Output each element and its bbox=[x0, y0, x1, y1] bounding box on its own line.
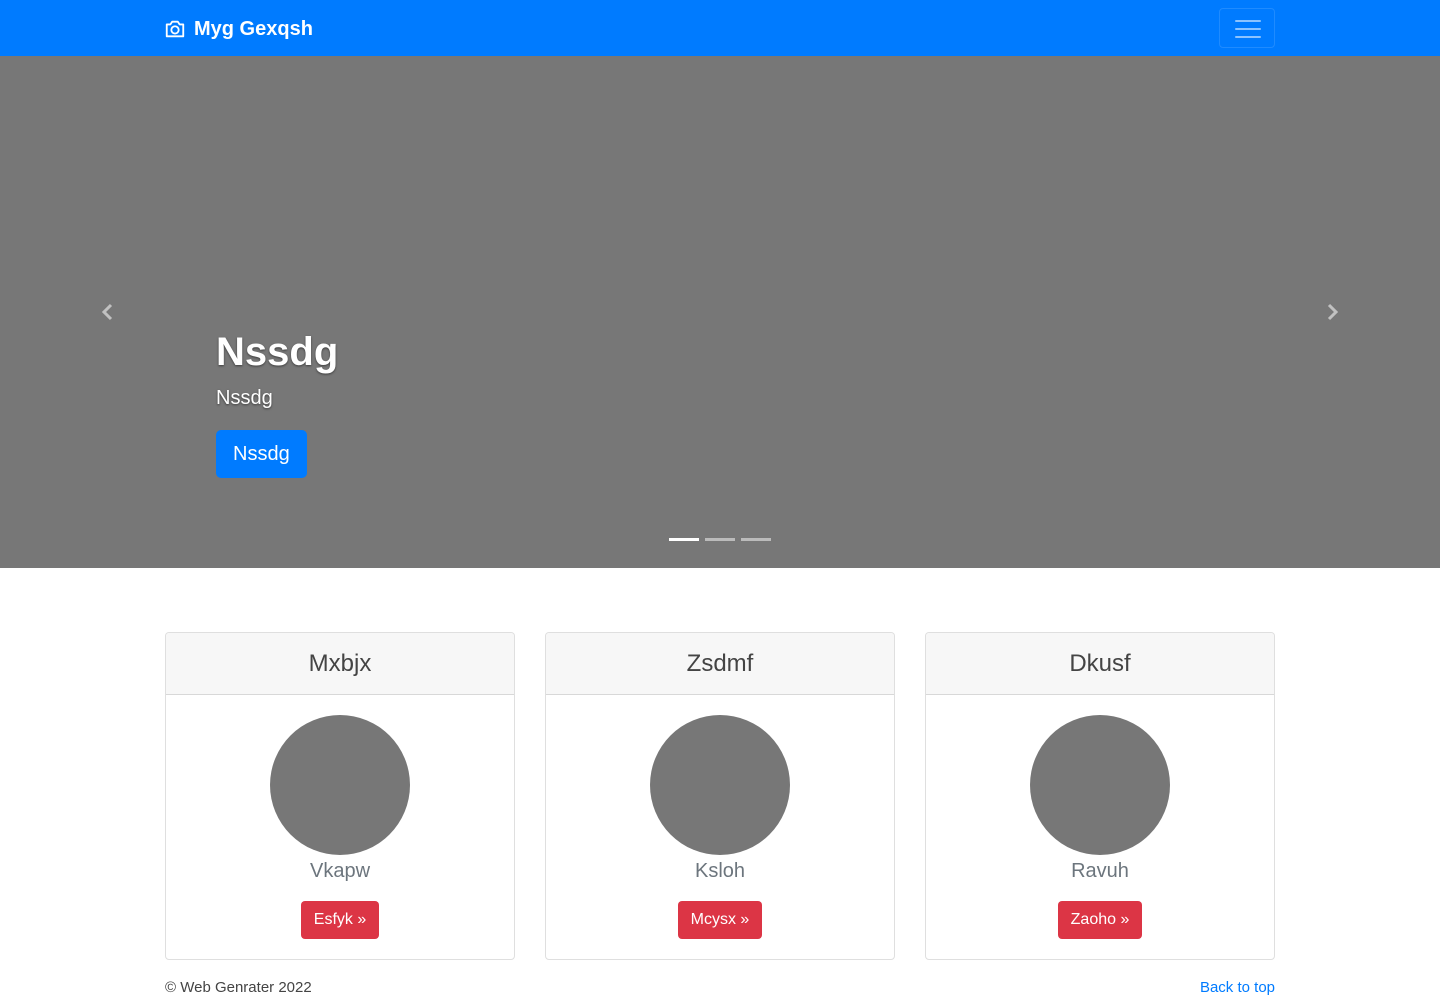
card-button[interactable]: Zaoho » bbox=[1057, 901, 1143, 939]
card-title: Dkusf bbox=[926, 633, 1274, 695]
hamburger-menu-icon bbox=[1235, 20, 1261, 38]
carousel-next-button[interactable] bbox=[1224, 56, 1440, 568]
carousel-caption: Nssdg Nssdg Nssdg bbox=[216, 328, 338, 478]
carousel-indicator-2[interactable] bbox=[705, 538, 735, 541]
avatar bbox=[1030, 715, 1170, 855]
card-button[interactable]: Esfyk » bbox=[300, 901, 380, 939]
chevron-left-icon bbox=[101, 303, 113, 321]
card-body: Ksloh Mcysx » bbox=[546, 695, 894, 939]
avatar bbox=[650, 715, 790, 855]
card-name: Vkapw bbox=[309, 860, 371, 882]
camera-icon bbox=[165, 20, 185, 38]
card-button[interactable]: Mcysx » bbox=[677, 901, 763, 939]
navbar: Myg Gexqsh bbox=[0, 0, 1440, 56]
card-body: Ravuh Zaoho » bbox=[926, 695, 1274, 939]
hero-carousel: Nssdg Nssdg Nssdg bbox=[0, 56, 1440, 568]
carousel-prev-button[interactable] bbox=[0, 56, 216, 568]
card-deck: Mxbjx Vkapw Esfyk » Zsdmf Ksloh Mcysx » … bbox=[165, 632, 1275, 960]
carousel-cta-button[interactable]: Nssdg bbox=[216, 430, 307, 478]
avatar bbox=[270, 715, 410, 855]
carousel-indicator-1[interactable] bbox=[669, 538, 699, 541]
footer-copyright: © Web Genrater 2022 bbox=[165, 979, 312, 996]
card: Dkusf Ravuh Zaoho » bbox=[925, 632, 1275, 960]
navbar-toggle-button[interactable] bbox=[1219, 8, 1275, 48]
card: Zsdmf Ksloh Mcysx » bbox=[545, 632, 895, 960]
back-to-top-link[interactable]: Back to top bbox=[1200, 979, 1275, 996]
carousel-heading: Nssdg bbox=[216, 330, 339, 374]
card-name: Ksloh bbox=[694, 860, 746, 882]
card-title: Mxbjx bbox=[166, 633, 514, 695]
carousel-indicators bbox=[669, 538, 771, 541]
card-body: Vkapw Esfyk » bbox=[166, 695, 514, 939]
brand-link[interactable]: Myg Gexqsh bbox=[164, 15, 313, 43]
carousel-text: Nssdg bbox=[216, 387, 273, 409]
card-name: Ravuh bbox=[1071, 860, 1129, 882]
brand-name: Myg Gexqsh bbox=[194, 17, 313, 40]
card: Mxbjx Vkapw Esfyk » bbox=[165, 632, 515, 960]
chevron-right-icon bbox=[1327, 303, 1339, 321]
carousel-indicator-3[interactable] bbox=[741, 538, 771, 541]
card-title: Zsdmf bbox=[546, 633, 894, 695]
